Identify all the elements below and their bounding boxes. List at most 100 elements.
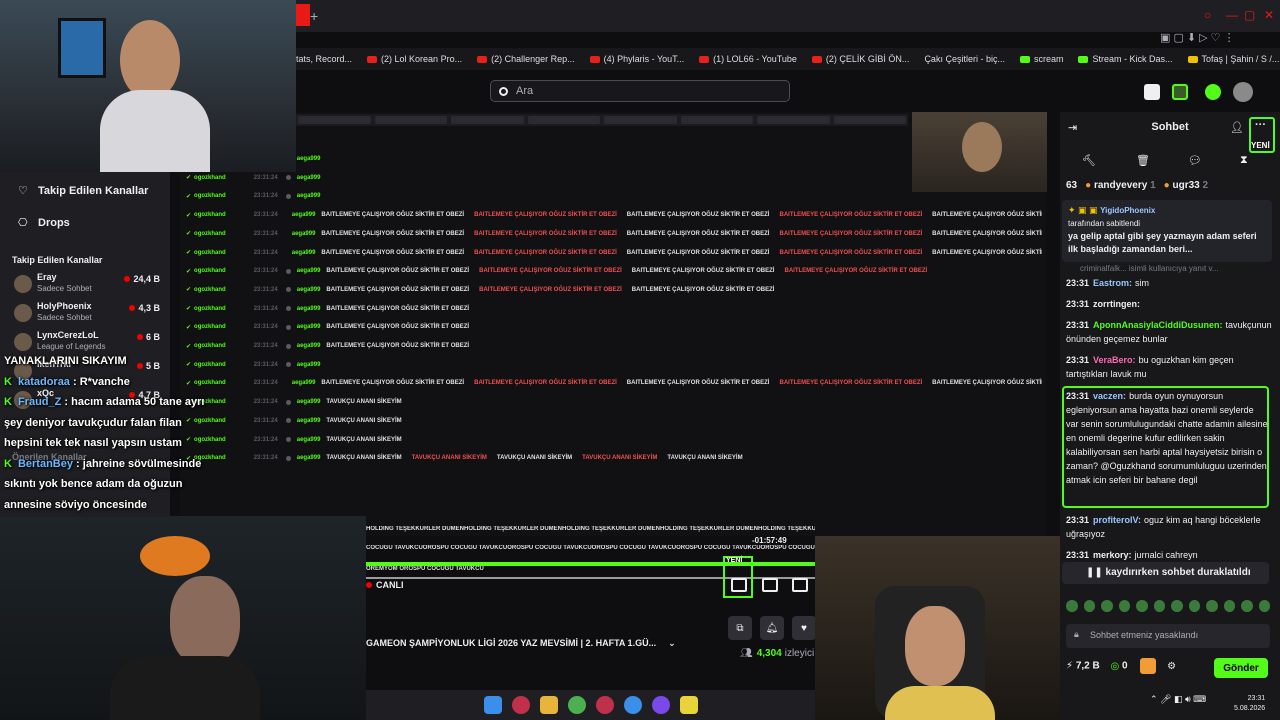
message-user[interactable]: merkory: bbox=[1093, 550, 1132, 560]
leader-1[interactable]: ● randyevery 1 bbox=[1085, 180, 1156, 191]
captured-u2: aega999 bbox=[296, 193, 321, 200]
obs-icon[interactable] bbox=[679, 696, 698, 714]
message-user[interactable]: AponnAnasiylaCiddiDusunen: bbox=[1093, 320, 1223, 330]
chrome-icon[interactable] bbox=[567, 696, 586, 714]
fullscreen-icon[interactable] bbox=[792, 578, 808, 592]
bookmark-item[interactable]: Stream - Kick Das... bbox=[1078, 54, 1173, 64]
windows-start-icon[interactable] bbox=[483, 696, 502, 714]
settings-icon[interactable]: ⚙ bbox=[1167, 661, 1176, 672]
discord-icon[interactable] bbox=[651, 696, 670, 714]
gift-icon: ● bbox=[1163, 180, 1170, 191]
browser-tab-strip bbox=[296, 0, 1280, 32]
captured-ts: 23:31:24 bbox=[253, 324, 278, 331]
chat-message[interactable]: 23:31 zorrtingen: bbox=[1066, 297, 1268, 311]
send-button[interactable]: Gönder bbox=[1214, 658, 1268, 678]
trash-icon[interactable]: 🗑︎ bbox=[1136, 154, 1150, 167]
minimize-icon[interactable]: — bbox=[1226, 8, 1238, 22]
more-icon[interactable]: ··· bbox=[1255, 119, 1266, 131]
captured-dot bbox=[285, 268, 291, 274]
youtube-icon bbox=[811, 55, 822, 63]
leader-2[interactable]: ● ugr33 2 bbox=[1164, 180, 1208, 191]
viewer-count-text: 6 B bbox=[145, 332, 160, 342]
message-user[interactable]: zorrtingen: bbox=[1093, 299, 1140, 309]
bookmark-item[interactable]: scream bbox=[1019, 54, 1063, 64]
captured-message: BAITLEMEYE ÇALIŞIYOR OĞUZ SİKTİR ET OBEZ… bbox=[474, 249, 617, 256]
bookmark-item[interactable]: (2) ÇELİK GİBİ ÖN... bbox=[811, 54, 909, 64]
captured-badge: ✔ bbox=[186, 324, 192, 331]
maximize-icon[interactable]: ▢ bbox=[1244, 8, 1255, 22]
browser-active-tab[interactable] bbox=[296, 4, 310, 26]
file-explorer-icon[interactable] bbox=[539, 696, 558, 714]
bookmark-item[interactable]: (2) Challenger Rep... bbox=[477, 54, 575, 64]
chat-message[interactable]: 23:31 AponnAnasiylaCiddiDusunen: tavukçunu… bbox=[1066, 318, 1272, 346]
system-clock[interactable]: 23:31 5.08.2026 bbox=[1234, 694, 1265, 714]
message-user[interactable]: Eastrom: bbox=[1093, 278, 1132, 288]
system-tray[interactable]: ⌃ 🎤︎ ◧ 🔊︎ ⌨ bbox=[1150, 694, 1206, 705]
chat-message[interactable]: 23:31 merkory: jurnalci cahreyn bbox=[1066, 548, 1268, 562]
dashboard-icon[interactable] bbox=[1172, 84, 1188, 100]
close-icon[interactable]: ✕ bbox=[1264, 8, 1274, 22]
bookmark-item[interactable]: tats, Record... bbox=[296, 54, 352, 64]
bookmark-label: Stream - Kick Das... bbox=[1092, 54, 1173, 64]
chat-message[interactable]: 23:31 vaczen: burda oyun oynuyorsun egleni… bbox=[1066, 389, 1268, 487]
opera-icon[interactable] bbox=[511, 696, 530, 714]
mod-tools-icon[interactable]: 🔨︎ bbox=[1082, 154, 1096, 167]
rewards-icon[interactable] bbox=[1140, 658, 1157, 674]
pip-icon[interactable] bbox=[762, 578, 778, 592]
captured-badge: ✔ bbox=[186, 193, 192, 200]
chat-bubble-icon[interactable]: 💬︎ bbox=[1188, 154, 1202, 167]
captured-message: TAVUKÇU ANANI SİKEYİM bbox=[667, 455, 743, 462]
captured-ts: 23:31:24 bbox=[253, 174, 278, 181]
chat-message[interactable]: 23:31 Eastrom: sim bbox=[1066, 276, 1268, 290]
clock-date: 5.08.2026 bbox=[1234, 705, 1266, 712]
users-icon[interactable]: 👤︎ bbox=[1230, 121, 1244, 134]
sidebar-channel[interactable]: LynxCerezLoL League of Legends 6 B bbox=[12, 330, 162, 356]
kick-logo-icon[interactable] bbox=[1205, 84, 1221, 100]
bookmark-item[interactable]: Çakı Çeşitleri - biç... bbox=[924, 54, 1005, 64]
chat-message[interactable]: 23:31 profiterolV: oguz kim aq hangi böcek… bbox=[1066, 513, 1268, 541]
live-indicator[interactable]: CANLI bbox=[366, 580, 404, 590]
captured-badge: ✔ bbox=[186, 380, 192, 387]
sidebar-channel[interactable]: HolyPhoenix Sadece Sohbet 4,3 B bbox=[12, 301, 162, 327]
new-tab-icon[interactable]: + bbox=[310, 8, 318, 24]
chevron-down-icon[interactable]: ⌄ bbox=[668, 638, 676, 648]
captured-message: BAITLEMEYE ÇALIŞIYOR OĞUZ SİKTİR ET OBEZ… bbox=[626, 249, 770, 256]
captured-message: BAITLEMEYE ÇALIŞIYOR OĞUZ SİKTİR ET OBEZ… bbox=[474, 380, 617, 387]
followed-channels-link[interactable]: ♡ Takip Edilen Kanallar bbox=[18, 184, 148, 198]
webcam-top-left bbox=[0, 0, 296, 172]
clip-icon[interactable] bbox=[731, 578, 747, 592]
chat-input[interactable]: 🔒︎ Sohbet etmeniz yasaklandı bbox=[1066, 624, 1270, 648]
message-user[interactable]: VeraBero: bbox=[1093, 355, 1136, 365]
bookmark-item[interactable]: (2) Lol Korean Pro... bbox=[367, 54, 462, 64]
extensions-icons[interactable]: ▣ ▢ ⬇ ▷ ♡ ⋮ bbox=[1160, 31, 1235, 44]
bookmark-item[interactable]: (1) LOL66 - YouTube bbox=[699, 54, 797, 64]
bookmark-item[interactable]: Tofaş | Şahin / S /... bbox=[1187, 54, 1279, 64]
chat-message[interactable]: 23:31 VeraBero: bu oguzkhan kim geçen tart… bbox=[1066, 353, 1268, 381]
user-avatar[interactable] bbox=[1233, 82, 1253, 102]
emote-row[interactable] bbox=[1066, 600, 1270, 614]
follow-heart-button[interactable]: ♥ bbox=[792, 616, 816, 640]
share-button[interactable]: ⧉ bbox=[728, 616, 752, 640]
drops-link[interactable]: ⎔ Drops bbox=[18, 216, 70, 230]
pinned-message[interactable]: ✦ ▣ ▣ YigidoPhoenix tarafından sabitlend… bbox=[1062, 200, 1272, 262]
green-icon bbox=[1019, 55, 1030, 63]
search-icon[interactable]: ○ bbox=[1204, 8, 1211, 22]
overlay-user: katadoraa bbox=[17, 375, 70, 388]
message-user[interactable]: vaczen: bbox=[1093, 391, 1126, 401]
bookmark-item[interactable]: (4) Phylaris - YouT... bbox=[589, 54, 684, 64]
search-input[interactable]: Ara bbox=[490, 80, 790, 102]
message-user[interactable]: profiterolV: bbox=[1093, 515, 1141, 525]
captured-chat-row: ✔ ogozkhand 23:31:24 aega999 TAVUKÇU ANANI S… bbox=[186, 449, 1042, 467]
viewer-count-text: 5 B bbox=[145, 361, 160, 371]
browser-icon[interactable] bbox=[623, 696, 642, 714]
sidebar-channel[interactable]: Eray Sadece Sohbet 24,4 B bbox=[12, 272, 162, 298]
notification-button[interactable]: 🔔︎ bbox=[760, 616, 784, 640]
captured-ts: 23:31:24 bbox=[253, 417, 278, 424]
hourglass-icon[interactable]: ⧗ bbox=[1240, 154, 1248, 167]
app-icon[interactable] bbox=[595, 696, 614, 714]
captured-message: BAITLEMEYE ÇALIŞIYOR OĞUZ SİKTİR ET OBEZ… bbox=[779, 212, 923, 219]
theater-icon[interactable] bbox=[1144, 84, 1160, 100]
channel-viewers: 5 B bbox=[136, 361, 160, 371]
captured-user: ogozkhand bbox=[194, 268, 226, 275]
channel-viewers: 6 B bbox=[136, 332, 160, 342]
